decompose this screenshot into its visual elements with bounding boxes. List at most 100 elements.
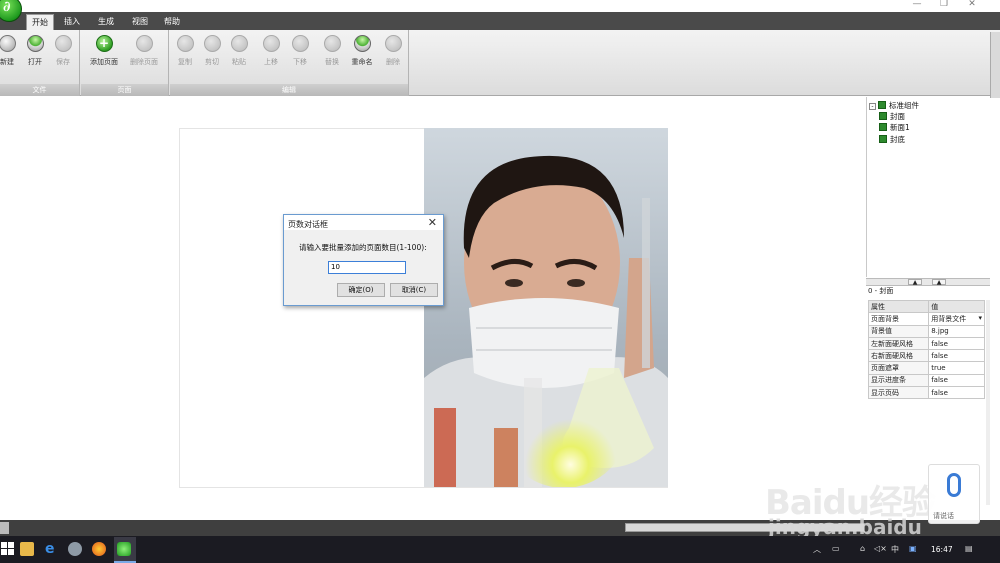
volume-icon[interactable]: ◁×: [874, 544, 887, 553]
header-property: 属性: [867, 299, 930, 314]
tab-insert[interactable]: 插入: [58, 14, 86, 30]
page-count-input[interactable]: 10: [328, 261, 406, 274]
add-icon: +: [95, 35, 113, 52]
ribbon-group-page: + 添加页面 删除页面 页面: [81, 30, 169, 96]
move-down-button[interactable]: 下移: [285, 34, 315, 74]
properties-scrollbar[interactable]: [986, 300, 990, 505]
property-value[interactable]: 8.jpg: [928, 324, 985, 338]
ribbon-side-edge: [990, 32, 1000, 98]
ime-icon[interactable]: ▣: [909, 544, 917, 553]
expand-icon[interactable]: -: [869, 103, 876, 110]
property-name: 页面背景: [867, 312, 930, 326]
page-icon: [879, 123, 887, 131]
save-button[interactable]: 保存: [48, 34, 78, 74]
tree-item-new-page[interactable]: 新面1: [879, 122, 910, 133]
save-icon: [54, 35, 72, 52]
chevron-up-icon[interactable]: ▲: [908, 279, 922, 286]
ribbon-group-label-edit: 编辑: [170, 84, 408, 96]
property-name: 右新面硬风格: [867, 349, 930, 363]
table-row[interactable]: 页面遮罩 true: [867, 361, 985, 375]
close-window-icon[interactable]: ✕: [964, 0, 980, 9]
input-language[interactable]: 中: [891, 544, 899, 555]
delete-button[interactable]: 删除: [378, 34, 408, 74]
rename-button[interactable]: 重命名: [347, 34, 377, 74]
tree-item-back-cover[interactable]: 封底: [879, 134, 905, 145]
dialog-close-icon[interactable]: ✕: [428, 216, 437, 229]
page-icon: [879, 135, 887, 143]
arrow-up-icon: [262, 35, 280, 52]
paste-button[interactable]: 粘贴: [224, 34, 254, 74]
voice-widget[interactable]: 请说话: [928, 464, 980, 524]
firefox-icon[interactable]: [92, 542, 106, 556]
tab-generate[interactable]: 生成: [92, 14, 120, 30]
arrow-down-icon: [291, 35, 309, 52]
flipbook-app-icon[interactable]: [117, 542, 131, 556]
tab-view[interactable]: 视图: [126, 14, 154, 30]
tree-root[interactable]: - 标准组件: [869, 100, 919, 111]
delete-page-icon: [135, 35, 153, 52]
edge-browser-icon[interactable]: e: [45, 542, 59, 556]
tray-up-arrow-icon[interactable]: ︿: [813, 544, 821, 555]
property-name: 显示页码: [867, 386, 930, 400]
copy-icon: [176, 35, 194, 52]
rename-icon: [353, 35, 371, 52]
microphone-icon[interactable]: [947, 473, 961, 497]
new-button[interactable]: 新建: [0, 34, 22, 74]
delete-icon: [384, 35, 402, 52]
copy-button[interactable]: 复制: [170, 34, 200, 74]
restore-icon[interactable]: ❐: [936, 0, 952, 9]
table-row[interactable]: 显示进度条 false: [867, 373, 985, 388]
ribbon-group-edit: 复制 剪切 粘贴 上移 下移 替换 重命名 删除 编辑: [170, 30, 409, 96]
ok-button[interactable]: 确定(O): [337, 283, 385, 297]
table-row[interactable]: 右新面硬风格 false: [867, 349, 985, 363]
properties-grid: 属性 值 页面背景 用背景文件 ▾ 背景值 8.jpg 左新面硬风格 false …: [867, 299, 985, 400]
properties-header: 属性 值: [867, 299, 985, 314]
windows-start-icon[interactable]: [1, 542, 15, 556]
scroll-left-icon[interactable]: [0, 522, 9, 534]
taskbar: e ︿ ▭ ⌂ ◁× 中 ▣ 16:47 ▤: [0, 536, 1000, 563]
property-value[interactable]: false: [928, 373, 985, 388]
file-explorer-icon[interactable]: [20, 542, 34, 556]
panel-splitter[interactable]: ▲ ▲: [866, 278, 990, 286]
replace-button[interactable]: 替换: [317, 34, 347, 74]
voice-widget-label: 请说话: [933, 512, 954, 520]
network-icon[interactable]: ⌂: [860, 544, 865, 553]
tray-icon[interactable]: ▭: [832, 544, 840, 553]
tab-start[interactable]: 开始: [26, 14, 54, 30]
chevron-down-icon[interactable]: ▲: [932, 279, 946, 286]
clock[interactable]: 16:47: [931, 545, 953, 554]
cut-icon: [203, 35, 221, 52]
replace-icon: [323, 35, 341, 52]
table-row[interactable]: 显示页码 false: [867, 386, 985, 400]
table-row[interactable]: 页面背景 用背景文件 ▾: [867, 312, 985, 326]
dropdown-arrow-icon[interactable]: ▾: [978, 314, 982, 322]
tab-help[interactable]: 帮助: [158, 14, 186, 30]
cut-button[interactable]: 剪切: [197, 34, 227, 74]
property-value-select[interactable]: 用背景文件 ▾: [928, 312, 985, 326]
title-bar: ∂ 开始 插入 生成 视图 帮助 — ❐ ✕: [0, 0, 1000, 30]
add-page-button[interactable]: + 添加页面: [87, 34, 121, 74]
delete-page-button[interactable]: 删除页面: [127, 34, 161, 74]
property-value[interactable]: false: [928, 336, 985, 351]
property-value[interactable]: false: [928, 386, 985, 400]
new-icon: [0, 35, 16, 52]
move-up-button[interactable]: 上移: [256, 34, 286, 74]
property-name: 显示进度条: [867, 373, 930, 388]
app-icon[interactable]: [68, 542, 82, 556]
header-value: 值: [928, 299, 985, 314]
notification-icon[interactable]: ▤: [965, 544, 973, 553]
page-icon: [879, 112, 887, 120]
table-row[interactable]: 左新面硬风格 false: [867, 336, 985, 351]
dialog-title: 页数对话框: [288, 220, 328, 229]
property-name: 左新面硬风格: [867, 336, 930, 351]
minimize-icon[interactable]: —: [909, 0, 925, 9]
page-tree: - 标准组件 封面 新面1 封底: [866, 97, 990, 277]
table-row[interactable]: 背景值 8.jpg: [867, 324, 985, 338]
tree-item-cover[interactable]: 封面: [879, 111, 905, 122]
property-value[interactable]: true: [928, 361, 985, 375]
cancel-button[interactable]: 取消(C): [390, 283, 438, 297]
property-value[interactable]: false: [928, 349, 985, 363]
property-name: 页面遮罩: [867, 361, 930, 375]
open-button[interactable]: 打开: [20, 34, 50, 74]
component-icon: [878, 101, 886, 109]
